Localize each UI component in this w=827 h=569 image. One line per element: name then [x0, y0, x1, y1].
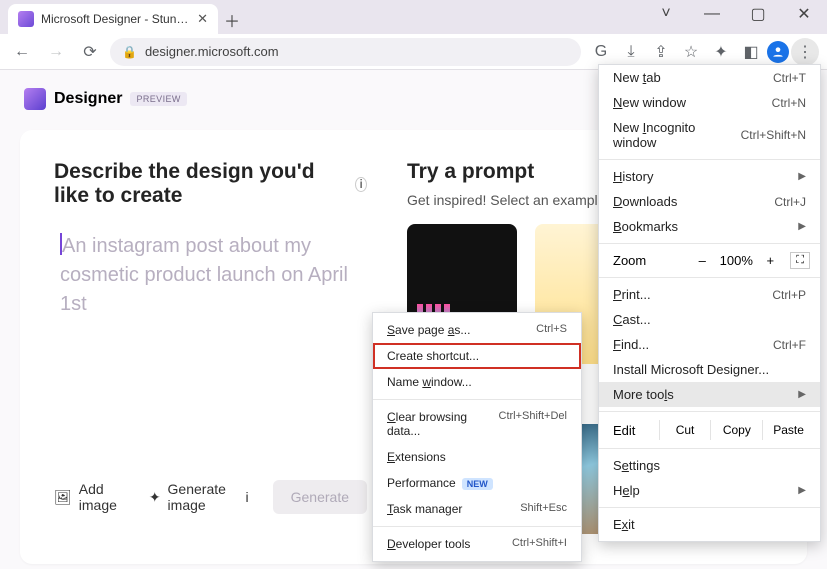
- tab-title: Microsoft Designer - Stunning d: [41, 12, 190, 26]
- menu-install-app[interactable]: Install Microsoft Designer...: [599, 357, 820, 382]
- generate-button[interactable]: Generate: [273, 480, 367, 514]
- zoom-in-button[interactable]: +: [758, 253, 782, 268]
- chrome-menu-button[interactable]: ⋮: [791, 38, 819, 66]
- menu-create-shortcut[interactable]: Create shortcut...: [373, 343, 581, 369]
- maximize-icon[interactable]: ▢: [735, 0, 781, 28]
- menu-cast[interactable]: Cast...: [599, 307, 820, 332]
- minimize-icon[interactable]: —: [689, 0, 735, 28]
- back-button[interactable]: ←: [8, 38, 36, 66]
- new-tab-button[interactable]: ＋: [218, 6, 246, 34]
- info-icon[interactable]: i: [355, 177, 367, 192]
- menu-save-page-as[interactable]: Save page as...Ctrl+S: [373, 317, 581, 343]
- preview-badge: PREVIEW: [130, 92, 186, 106]
- more-tools-submenu: Save page as...Ctrl+S Create shortcut...…: [372, 312, 582, 562]
- menu-new-window[interactable]: New windowCtrl+N: [599, 90, 820, 115]
- prompt-placeholder: An instagram post about my cosmetic prod…: [60, 235, 348, 315]
- add-image-button[interactable]: 🖼 Add image: [54, 481, 125, 513]
- menu-developer-tools[interactable]: Developer toolsCtrl+Shift+I: [373, 531, 581, 557]
- info-icon[interactable]: i: [246, 489, 249, 505]
- menu-find[interactable]: Find...Ctrl+F: [599, 332, 820, 357]
- zoom-out-button[interactable]: –: [690, 253, 714, 268]
- menu-downloads[interactable]: DownloadsCtrl+J: [599, 189, 820, 214]
- forward-button: →: [42, 38, 70, 66]
- menu-clear-browsing-data[interactable]: Clear browsing data...Ctrl+Shift+Del: [373, 404, 581, 444]
- reload-button[interactable]: ⟳: [76, 38, 104, 66]
- prompt-textarea[interactable]: An instagram post about my cosmetic prod…: [54, 224, 367, 444]
- install-icon[interactable]: ⤓: [617, 38, 645, 66]
- extensions-icon[interactable]: ✦: [707, 38, 735, 66]
- sparkle-icon: ✦: [149, 489, 161, 506]
- fullscreen-button[interactable]: ⛶: [790, 252, 810, 269]
- menu-help[interactable]: Help▶: [599, 478, 820, 503]
- tab-close-icon[interactable]: ✕: [197, 11, 208, 27]
- generate-image-button[interactable]: ✦ Generate image i: [149, 481, 249, 513]
- share-icon[interactable]: ⇪: [647, 38, 675, 66]
- close-icon[interactable]: ✕: [781, 0, 827, 28]
- profile-avatar[interactable]: [767, 41, 789, 63]
- brand-name: Designer: [54, 90, 122, 108]
- browser-tab[interactable]: Microsoft Designer - Stunning d ✕: [8, 4, 218, 34]
- menu-bookmarks[interactable]: Bookmarks▶: [599, 214, 820, 239]
- menu-more-tools[interactable]: More tools▶: [599, 382, 820, 407]
- menu-settings[interactable]: Settings: [599, 453, 820, 478]
- image-icon: 🖼: [54, 489, 72, 506]
- designer-logo-icon: [24, 88, 46, 110]
- menu-paste[interactable]: Paste: [762, 420, 814, 440]
- google-icon[interactable]: G: [587, 38, 615, 66]
- menu-history[interactable]: History▶: [599, 164, 820, 189]
- menu-new-incognito[interactable]: New Incognito windowCtrl+Shift+N: [599, 115, 820, 155]
- chrome-main-menu: New tabCtrl+T New windowCtrl+N New Incog…: [598, 64, 821, 542]
- menu-edit-row: Edit Cut Copy Paste: [599, 416, 820, 444]
- star-icon[interactable]: ☆: [677, 38, 705, 66]
- menu-name-window[interactable]: Name window...: [373, 369, 581, 395]
- menu-print[interactable]: Print...Ctrl+P: [599, 282, 820, 307]
- menu-cut[interactable]: Cut: [659, 420, 711, 440]
- sidepanel-icon[interactable]: ◧: [737, 38, 765, 66]
- lock-icon: 🔒: [122, 45, 137, 59]
- chevron-down-icon[interactable]: ˅: [643, 0, 689, 28]
- menu-new-tab[interactable]: New tabCtrl+T: [599, 65, 820, 90]
- menu-zoom-row: Zoom – 100% + ⛶: [599, 248, 820, 273]
- menu-task-manager[interactable]: Task managerShift+Esc: [373, 496, 581, 522]
- omnibox-url: designer.microsoft.com: [145, 44, 569, 59]
- omnibox[interactable]: 🔒 designer.microsoft.com: [110, 38, 581, 66]
- menu-extensions[interactable]: Extensions: [373, 444, 581, 470]
- zoom-level: 100%: [714, 253, 758, 268]
- menu-copy[interactable]: Copy: [710, 420, 762, 440]
- menu-performance[interactable]: PerformanceNEW: [373, 470, 581, 496]
- menu-exit[interactable]: Exit: [599, 512, 820, 537]
- describe-heading: Describe the design you'd like to create…: [54, 160, 367, 208]
- designer-favicon-icon: [18, 11, 34, 27]
